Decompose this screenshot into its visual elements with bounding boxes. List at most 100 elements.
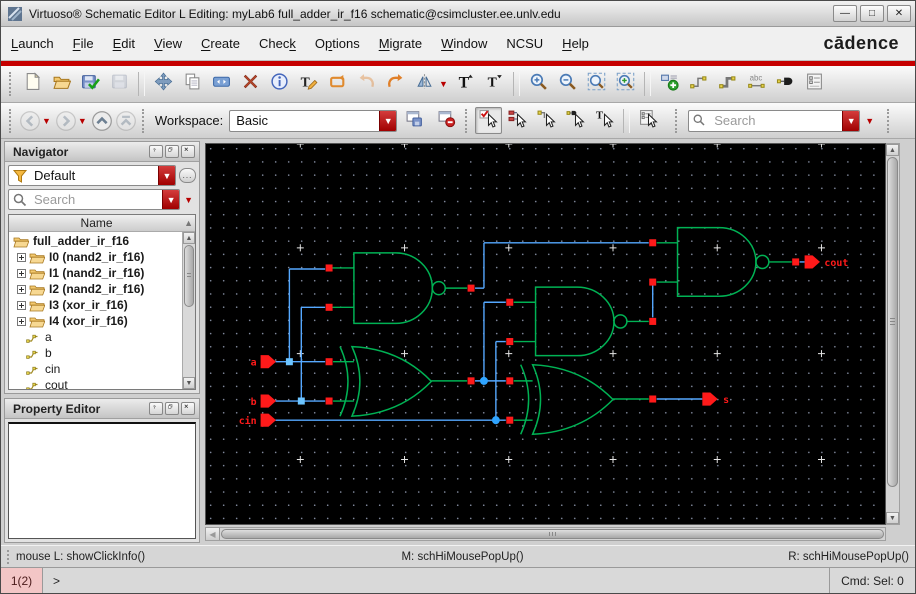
connection-square[interactable] <box>649 395 657 403</box>
navigator-help-button[interactable]: ? <box>149 145 163 158</box>
expand-icon[interactable] <box>17 268 26 278</box>
toolbar-grip[interactable] <box>9 72 14 96</box>
navigator-search-caret[interactable]: ▼ <box>184 195 193 205</box>
canvas-hscrollbar-thumb[interactable] <box>221 529 884 539</box>
tree-item-I3[interactable]: I3 (xor_ir_f16) <box>11 297 181 313</box>
navigator-close-button[interactable] <box>181 145 195 158</box>
toolbar-grip[interactable] <box>465 108 470 133</box>
stretch-button[interactable] <box>208 71 235 98</box>
connection-square[interactable] <box>506 377 514 385</box>
mirror-button[interactable] <box>411 71 438 98</box>
connection-square[interactable] <box>792 258 800 266</box>
tree-scrollbar[interactable]: ▲ ▼ <box>182 232 195 389</box>
connection-square[interactable] <box>649 239 657 247</box>
tree-item-b[interactable]: b <box>11 345 181 361</box>
menu-ncsu[interactable]: NCSU <box>506 36 543 51</box>
menu-window[interactable]: Window <box>441 36 487 51</box>
zoom-selected-button[interactable] <box>612 71 639 98</box>
connection-square[interactable] <box>325 358 333 366</box>
scroll-up-icon[interactable]: ▲ <box>183 232 195 244</box>
connection-square[interactable] <box>506 416 514 424</box>
search-options-caret[interactable]: ▼ <box>865 116 874 126</box>
menu-edit[interactable]: Edit <box>113 36 135 51</box>
save-workspace-button[interactable] <box>401 107 428 134</box>
connection-square[interactable] <box>325 264 333 272</box>
nav-back-dropdown-caret[interactable]: ▼ <box>42 116 51 126</box>
object-properties-button[interactable] <box>266 71 293 98</box>
mode-pin-button[interactable] <box>562 107 589 134</box>
connection-square[interactable] <box>325 303 333 311</box>
zoom-out-button[interactable] <box>554 71 581 98</box>
save-button[interactable] <box>106 71 133 98</box>
navigator-filter-combo[interactable]: Default ▼ <box>8 165 176 186</box>
create-wide-wire-button[interactable] <box>714 71 741 98</box>
property-editor-button[interactable] <box>801 71 828 98</box>
nav-forward-button[interactable] <box>55 110 77 132</box>
navigator-search-combo[interactable]: Search ▼ <box>8 189 181 210</box>
check-and-save-button[interactable] <box>77 71 104 98</box>
connection-square[interactable] <box>325 397 333 405</box>
reattach-button[interactable] <box>324 71 351 98</box>
workspace-combo[interactable]: Basic ▼ <box>229 109 398 132</box>
canvas-hscrollbar[interactable]: ◀ <box>205 527 886 541</box>
create-instance-button[interactable] <box>656 71 683 98</box>
menu-view[interactable]: View <box>154 36 182 51</box>
nav-top-button[interactable] <box>115 110 137 132</box>
delete-workspace-button[interactable] <box>433 107 460 134</box>
connection-square[interactable] <box>649 278 657 286</box>
expand-icon[interactable] <box>17 300 26 310</box>
toolbar-grip[interactable] <box>141 108 147 133</box>
menu-launch[interactable]: Launch <box>11 36 54 51</box>
edit-labels-button[interactable]: T <box>295 71 322 98</box>
expand-icon[interactable] <box>17 252 26 262</box>
toolbar-search-dropdown[interactable]: ▼ <box>842 110 860 131</box>
schematic-canvas[interactable]: a b cin s cout <box>205 143 886 525</box>
tree-item-I2[interactable]: I2 (nand2_ir_f16) <box>11 281 181 297</box>
navigator-filter-dropdown[interactable]: ▼ <box>158 166 175 185</box>
nav-forward-dropdown-caret[interactable]: ▼ <box>78 116 87 126</box>
property-editor-cursor-button[interactable] <box>635 107 662 134</box>
property-editor-float-button[interactable] <box>165 402 179 415</box>
menu-options[interactable]: Options <box>315 36 360 51</box>
nav-up-button[interactable] <box>91 110 113 132</box>
toolbar-search-input[interactable]: Search <box>708 113 842 128</box>
undo-button[interactable] <box>353 71 380 98</box>
canvas-scroll-left-icon[interactable]: ◀ <box>206 528 220 540</box>
navigator-search-dropdown[interactable]: ▼ <box>162 190 180 209</box>
property-editor-close-button[interactable] <box>181 402 195 415</box>
navigator-search-input[interactable]: Search <box>28 192 162 207</box>
tree-item-root[interactable]: full_adder_ir_f16 <box>11 233 181 249</box>
mirror-dropdown-caret[interactable]: ▼ <box>439 79 448 89</box>
delete-button[interactable] <box>237 71 264 98</box>
move-button[interactable] <box>150 71 177 98</box>
expand-icon[interactable] <box>17 316 26 326</box>
canvas-scroll-down-icon[interactable]: ▼ <box>886 512 899 524</box>
canvas-vscrollbar[interactable]: ▲ ▼ <box>886 143 900 525</box>
command-input[interactable]: > <box>43 568 829 593</box>
minimize-button[interactable]: — <box>833 5 857 22</box>
nav-back-button[interactable] <box>19 110 41 132</box>
create-wire-name-button[interactable]: abc <box>743 71 770 98</box>
property-editor-titlebar[interactable]: Property Editor ? <box>5 399 199 419</box>
mode-wire-button[interactable] <box>533 107 560 134</box>
port-cout[interactable]: cout <box>804 255 849 269</box>
menu-migrate[interactable]: Migrate <box>379 36 422 51</box>
connection-square[interactable] <box>467 377 475 385</box>
property-editor-body[interactable] <box>8 422 196 539</box>
branch-square[interactable] <box>297 397 305 405</box>
mode-label-button[interactable]: T <box>591 107 618 134</box>
command-history-badge[interactable]: 1(2) <box>1 568 43 593</box>
mode-select-button[interactable] <box>475 107 503 134</box>
zoom-fit-button[interactable] <box>583 71 610 98</box>
open-folder-button[interactable] <box>48 71 75 98</box>
workspace-dropdown[interactable]: ▼ <box>379 110 397 131</box>
create-pin-button[interactable] <box>772 71 799 98</box>
wire-junction[interactable] <box>491 416 500 425</box>
toolbar-grip[interactable] <box>675 108 680 133</box>
navigator-titlebar[interactable]: Navigator ? <box>5 142 199 162</box>
navigator-more-button[interactable]: ... <box>179 168 196 183</box>
tree-item-I1[interactable]: I1 (nand2_ir_f16) <box>11 265 181 281</box>
tap-down-button[interactable]: T <box>481 71 508 98</box>
tree-item-I4[interactable]: I4 (xor_ir_f16) <box>11 313 181 329</box>
menu-create[interactable]: Create <box>201 36 240 51</box>
